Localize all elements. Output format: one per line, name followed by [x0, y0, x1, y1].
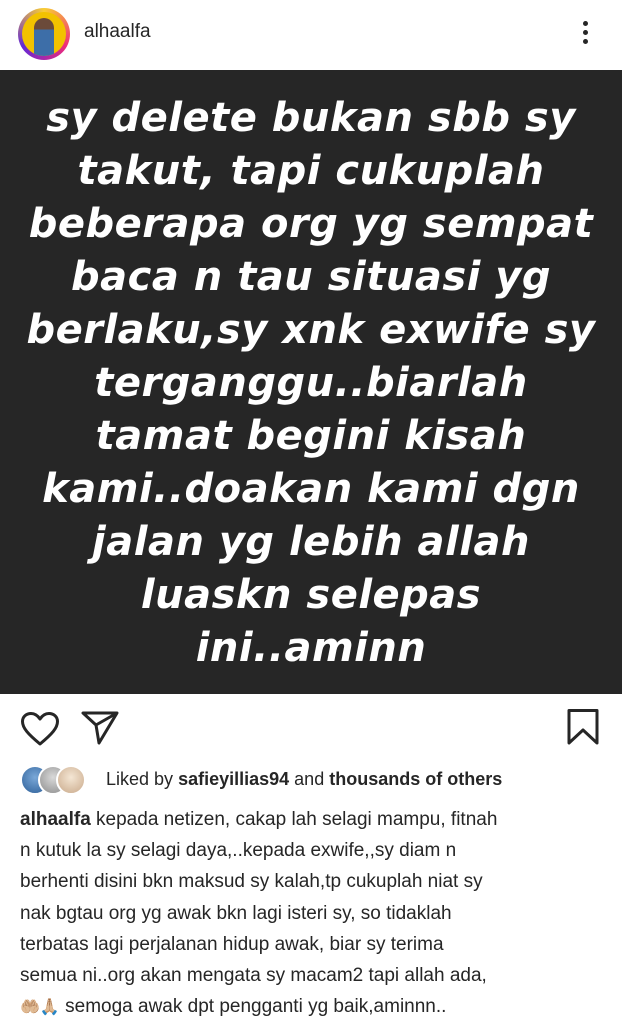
- caption-line: alhaalfa kepada netizen, cakap lah selag…: [20, 804, 610, 835]
- likes-joiner: and: [294, 769, 325, 789]
- post-header: alhaalfa: [0, 0, 622, 70]
- likes-prefix: Liked by: [106, 769, 174, 789]
- avatar-image: [22, 12, 66, 56]
- action-bar: [0, 694, 622, 756]
- caption-line: nak bgtau org yg awak bkn lagi isteri sy…: [20, 902, 452, 924]
- caption-username[interactable]: alhaalfa: [20, 809, 91, 830]
- caption-text: semoga awak dpt pengganti yg baik,aminnn…: [59, 996, 447, 1018]
- header-username[interactable]: alhaalfa: [84, 21, 151, 43]
- post-text-line: beberapa org yg sempat: [28, 201, 594, 247]
- more-options-icon[interactable]: [578, 18, 592, 48]
- post-text-line: kami..doakan kami dgn: [42, 466, 580, 512]
- post-image-text: sy delete bukan sbb sy takut, tapi cukup…: [20, 92, 602, 675]
- post-text-line: ini..aminn: [195, 625, 427, 671]
- caption-line: semua ni..org akan mengata sy macam2 tap…: [20, 965, 487, 987]
- caption-line: terbatas lagi perjalanan hidup awak, bia…: [20, 933, 444, 955]
- caption-emojis: 🤲🏼🙏🏼: [20, 997, 60, 1017]
- likes-others[interactable]: thousands of others: [329, 769, 502, 789]
- caption-line: 🤲🏼🙏🏼 semoga awak dpt pengganti yg baik,a…: [20, 991, 610, 1022]
- likes-summary: Liked by safieyillias94 and thousands of…: [106, 769, 502, 790]
- post-text-line: terganggu..biarlah: [94, 360, 528, 406]
- bookmark-icon[interactable]: [566, 708, 600, 746]
- likes-row: Liked by safieyillias94 and thousands of…: [20, 765, 620, 797]
- post-text-line: luaskn selepas: [140, 572, 482, 618]
- caption: alhaalfa kepada netizen, cakap lah selag…: [20, 804, 610, 1022]
- post-text-line: sy delete bukan sbb sy: [46, 95, 576, 141]
- post-text-line: tamat begini kisah: [95, 413, 527, 459]
- post-text-line: jalan yg lebih allah: [92, 519, 530, 565]
- avatar-figure: [34, 18, 54, 56]
- post-text-line: berlaku,sy xnk exwife sy: [26, 307, 596, 353]
- caption-line: berhenti disini bkn maksud sy kalah,tp c…: [20, 871, 483, 893]
- post-text-line: baca n tau situasi yg: [71, 254, 551, 300]
- avatar[interactable]: [18, 8, 70, 60]
- share-icon[interactable]: [80, 710, 120, 746]
- caption-line: n kutuk la sy selagi daya,..kepada exwif…: [20, 840, 457, 862]
- likes-user[interactable]: safieyillias94: [178, 769, 289, 789]
- post-text-line: takut, tapi cukuplah: [77, 148, 545, 194]
- liker-avatar[interactable]: [56, 765, 86, 795]
- heart-icon[interactable]: [20, 711, 60, 747]
- caption-text: kepada netizen, cakap lah selagi mampu, …: [96, 809, 498, 830]
